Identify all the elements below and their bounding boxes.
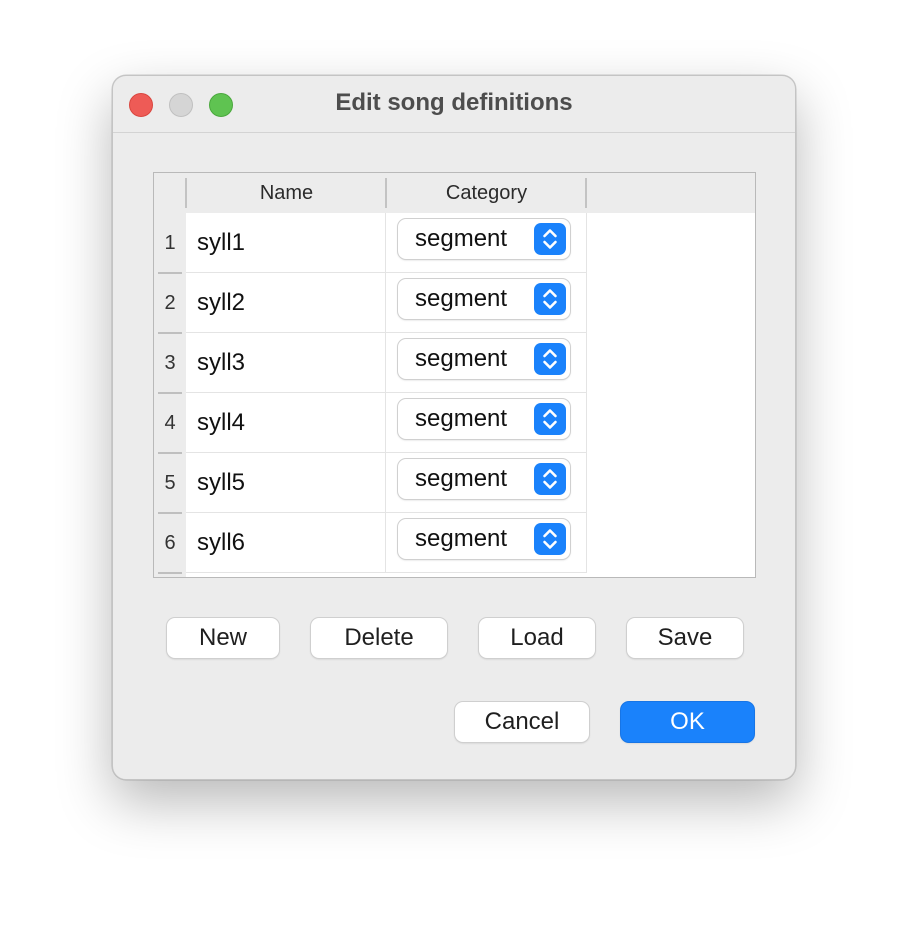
name-cell[interactable]: syll4 — [186, 393, 386, 453]
name-cell[interactable]: syll5 — [186, 453, 386, 513]
category-cell: segment — [386, 393, 587, 453]
up-down-chevron-icon — [534, 223, 566, 255]
name-cell-text: syll4 — [197, 409, 246, 436]
name-cell[interactable]: syll6 — [186, 513, 386, 573]
name-cell-text: syll6 — [197, 529, 246, 556]
category-cell: segment — [386, 213, 587, 273]
row-index: 3 — [164, 352, 176, 374]
row-divider — [158, 572, 182, 574]
delete-button[interactable]: Delete — [311, 618, 447, 658]
up-down-chevron-icon — [534, 343, 566, 375]
load-button[interactable]: Load — [479, 618, 595, 658]
category-popup-label: segment — [415, 525, 508, 552]
category-popup-label: segment — [415, 465, 508, 492]
column-header-name[interactable]: Name — [187, 173, 386, 213]
save-button[interactable]: Save — [627, 618, 743, 658]
table-row[interactable]: 3 syll3 segment — [154, 333, 755, 394]
row-index: 4 — [164, 412, 176, 434]
header-separator[interactable] — [585, 178, 587, 208]
table-header: Name Category — [154, 173, 755, 213]
column-header-category[interactable]: Category — [387, 173, 586, 213]
category-cell: segment — [386, 333, 587, 393]
category-popup-button[interactable]: segment — [398, 399, 570, 439]
name-cell[interactable]: syll2 — [186, 273, 386, 333]
table-row[interactable]: 6 syll6 segment — [154, 513, 755, 574]
edit-song-definitions-dialog: Edit song definitions Name Category 1 syl… — [112, 75, 796, 780]
name-cell-text: syll5 — [197, 469, 246, 496]
table-row[interactable]: 5 syll5 segment — [154, 453, 755, 514]
row-index: 5 — [164, 472, 176, 494]
row-index: 2 — [164, 292, 176, 314]
new-button[interactable]: New — [167, 618, 279, 658]
row-index: 6 — [164, 532, 176, 554]
row-index: 1 — [164, 232, 176, 254]
window-title: Edit song definitions — [335, 89, 573, 116]
name-cell-text: syll2 — [197, 289, 246, 316]
category-popup-label: segment — [415, 345, 508, 372]
name-cell-text: syll3 — [197, 349, 246, 376]
category-cell: segment — [386, 273, 587, 333]
up-down-chevron-icon — [534, 283, 566, 315]
category-popup-label: segment — [415, 225, 508, 252]
cancel-button[interactable]: Cancel — [455, 702, 589, 742]
table-row[interactable]: 2 syll2 segment — [154, 273, 755, 334]
up-down-chevron-icon — [534, 463, 566, 495]
up-down-chevron-icon — [534, 403, 566, 435]
name-cell-text: syll1 — [197, 229, 246, 256]
category-popup-label: segment — [415, 285, 508, 312]
ok-button[interactable]: OK — [621, 702, 754, 742]
category-cell: segment — [386, 513, 587, 573]
category-popup-button[interactable]: segment — [398, 459, 570, 499]
title-bar[interactable]: Edit song definitions — [113, 76, 795, 133]
category-popup-label: segment — [415, 405, 508, 432]
name-cell[interactable]: syll3 — [186, 333, 386, 393]
category-popup-button[interactable]: segment — [398, 279, 570, 319]
table-row[interactable]: 1 syll1 segment — [154, 213, 755, 274]
category-popup-button[interactable]: segment — [398, 519, 570, 559]
table-row[interactable]: 4 syll4 segment — [154, 393, 755, 454]
up-down-chevron-icon — [534, 523, 566, 555]
name-cell[interactable]: syll1 — [186, 213, 386, 273]
song-definitions-table[interactable]: Name Category 1 syll1 segment 2 syll2 segment… — [153, 172, 756, 578]
category-popup-button[interactable]: segment — [398, 339, 570, 379]
category-cell: segment — [386, 453, 587, 513]
category-popup-button[interactable]: segment — [398, 219, 570, 259]
